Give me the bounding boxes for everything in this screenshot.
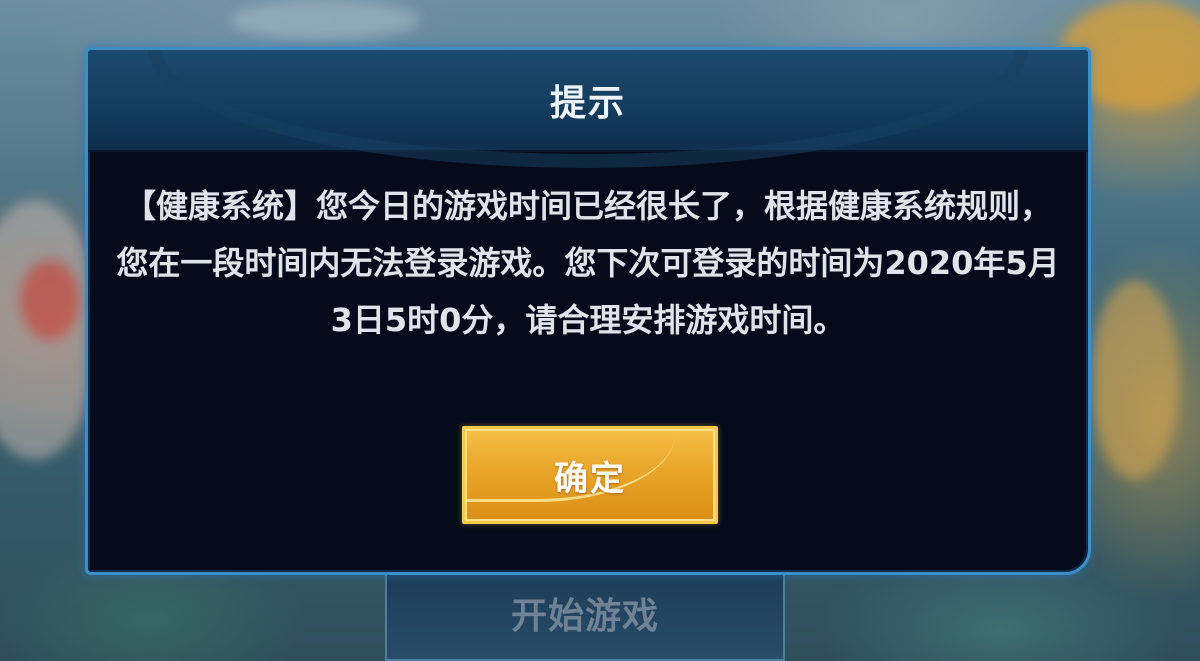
background-character-right — [1090, 280, 1180, 480]
dialog-message: 【健康系统】您今日的游戏时间已经很长了，根据健康系统规则，您在一段时间内无法登录… — [116, 187, 1060, 339]
start-game-button[interactable]: 开始游戏 — [385, 565, 785, 661]
dialog-header: 提示 — [88, 50, 1088, 168]
confirm-label: 确定 — [554, 458, 626, 499]
dialog-body: 【健康系统】您今日的游戏时间已经很长了，根据健康系统规则，您在一段时间内无法登录… — [116, 178, 1060, 349]
background-detail-red — [20, 260, 80, 340]
confirm-button[interactable]: 确定 — [462, 426, 718, 524]
start-game-label: 开始游戏 — [510, 596, 659, 637]
dialog-title: 提示 — [549, 83, 626, 124]
health-system-dialog: 提示 【健康系统】您今日的游戏时间已经很长了，根据健康系统规则，您在一段时间内无… — [85, 47, 1091, 575]
background-detail-top — [230, 0, 420, 40]
